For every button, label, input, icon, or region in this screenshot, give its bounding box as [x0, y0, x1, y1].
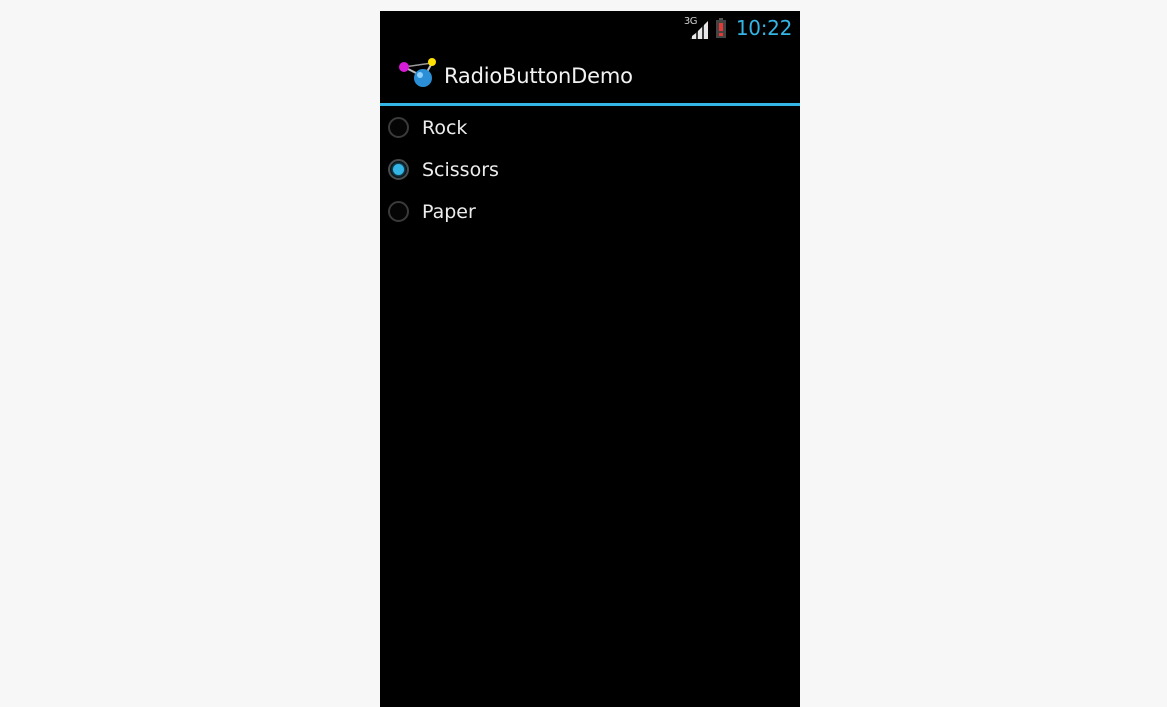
page-title: RadioButtonDemo — [444, 64, 633, 88]
radio-unchecked-icon[interactable] — [388, 117, 409, 138]
radio-option-rock[interactable]: Rock — [380, 108, 800, 150]
radio-option-scissors[interactable]: Scissors — [380, 150, 800, 192]
radio-dot — [393, 164, 404, 175]
app-logo-icon[interactable] — [396, 57, 438, 91]
radio-label: Scissors — [422, 159, 499, 181]
cell-signal-icon: 3G — [684, 17, 710, 39]
phone-screen: 3G 10:22 RadioButtonDemo Rock Scissors P… — [380, 11, 800, 707]
radio-unchecked-icon[interactable] — [388, 201, 409, 222]
status-icons: 3G 10:22 — [684, 11, 792, 45]
clock: 10:22 — [735, 16, 792, 40]
radio-option-paper[interactable]: Paper — [380, 192, 800, 234]
radio-label: Paper — [422, 201, 476, 223]
radio-checked-icon[interactable] — [388, 159, 409, 180]
action-bar-divider — [380, 103, 800, 106]
status-bar: 3G 10:22 — [380, 11, 800, 45]
radio-group: Rock Scissors Paper — [380, 108, 800, 234]
action-bar: RadioButtonDemo — [380, 45, 800, 103]
radio-label: Rock — [422, 117, 468, 139]
battery-low-icon — [715, 18, 726, 38]
